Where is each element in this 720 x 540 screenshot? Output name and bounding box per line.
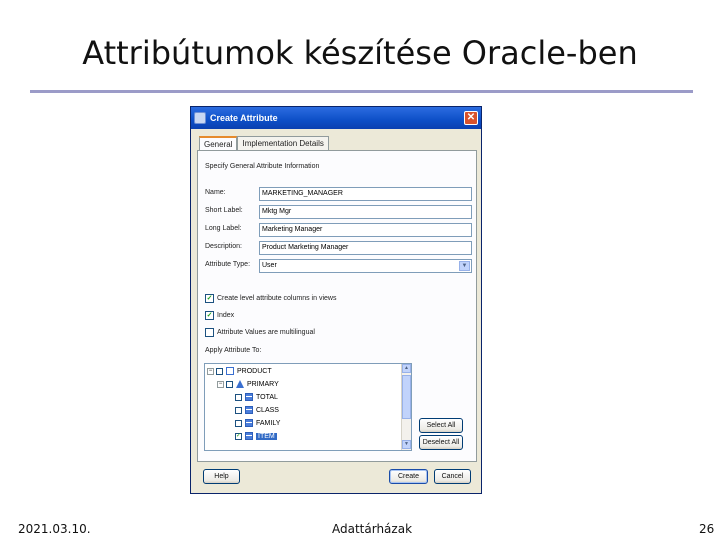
tree-checkbox[interactable] (235, 419, 242, 427)
multilingual-checkbox[interactable]: Attribute Values are multilingual (205, 328, 315, 337)
tree-node-total[interactable]: TOTAL (235, 393, 278, 401)
tree-label: CLASS (256, 406, 279, 414)
hierarchy-icon (236, 380, 244, 388)
name-label: Name: (205, 189, 226, 196)
tree-checkbox[interactable] (216, 367, 223, 375)
deselect-all-button[interactable]: Deselect All (419, 435, 463, 450)
chevron-down-icon[interactable]: ▼ (459, 261, 470, 271)
tree-label: ITEM (256, 432, 277, 440)
dialog-tabs: General Implementation Details (199, 136, 329, 150)
long-label-label: Long Label: (205, 225, 242, 232)
attribute-type-value: User (262, 262, 277, 269)
dialog-titlebar[interactable]: Create Attribute ✕ (191, 107, 481, 129)
checkbox-label: Create level attribute columns in views (217, 295, 337, 302)
tree-checkbox[interactable] (235, 393, 242, 401)
description-field[interactable]: Product Marketing Manager (259, 241, 472, 255)
checkbox-box[interactable]: ✓ (205, 294, 214, 303)
description-label: Description: (205, 243, 242, 250)
tree-scrollbar[interactable]: ▲ ▼ (401, 364, 411, 450)
apply-caption: Apply Attribute To: (205, 347, 262, 354)
select-all-button[interactable]: Select All (419, 418, 463, 433)
checkbox-label: Index (217, 312, 235, 319)
scroll-up-icon[interactable]: ▲ (402, 364, 411, 373)
level-icon (245, 393, 253, 401)
footer-course: Adattárházak (332, 522, 413, 536)
checkbox-label: Attribute Values are multilingual (217, 329, 315, 336)
tree-node-item[interactable]: ✓ ITEM (235, 432, 277, 440)
app-icon (194, 112, 206, 124)
checkbox-box[interactable] (205, 328, 214, 337)
scroll-thumb[interactable] (402, 375, 411, 419)
scroll-down-icon[interactable]: ▼ (402, 440, 411, 449)
level-icon (245, 406, 253, 414)
create-attribute-dialog: Create Attribute ✕ General Implementatio… (190, 106, 482, 494)
tree-checkbox[interactable] (235, 406, 242, 414)
tree-label: TOTAL (256, 393, 278, 401)
collapse-icon[interactable]: − (207, 367, 214, 375)
create-button[interactable]: Create (389, 469, 428, 484)
attribute-type-label: Attribute Type: (205, 261, 251, 268)
tree-checkbox[interactable]: ✓ (235, 432, 242, 440)
tree-checkbox[interactable] (226, 380, 233, 388)
attribute-type-select[interactable]: User ▼ (259, 259, 472, 273)
name-field[interactable]: MARKETING_MANAGER (259, 187, 472, 201)
index-checkbox[interactable]: ✓ Index (205, 311, 234, 320)
apply-attribute-tree[interactable]: − PRODUCT − PRIMARY TOTAL CLASS FAMILY ✓… (204, 363, 412, 451)
tree-label: PRODUCT (237, 367, 272, 375)
create-level-columns-checkbox[interactable]: ✓ Create level attribute columns in view… (205, 294, 336, 303)
cancel-button[interactable]: Cancel (434, 469, 471, 484)
dialog-title: Create Attribute (210, 113, 278, 123)
tree-label: PRIMARY (247, 380, 279, 388)
tree-node-primary[interactable]: − PRIMARY (217, 380, 279, 388)
short-label-field[interactable]: Mktg Mgr (259, 205, 472, 219)
level-icon (245, 432, 253, 440)
checkbox-box[interactable]: ✓ (205, 311, 214, 320)
tree-node-family[interactable]: FAMILY (235, 419, 280, 427)
slide-title: Attribútumok készítése Oracle-ben (82, 34, 638, 72)
section-caption: Specify General Attribute Information (205, 163, 320, 170)
collapse-icon[interactable]: − (217, 380, 224, 388)
tab-implementation-details[interactable]: Implementation Details (237, 136, 329, 150)
tree-label: FAMILY (256, 419, 281, 427)
dimension-icon (226, 367, 234, 375)
long-label-field[interactable]: Marketing Manager (259, 223, 472, 237)
tab-general[interactable]: General (199, 136, 238, 150)
footer-date: 2021.03.10. (18, 522, 91, 536)
footer-page-number: 26 (699, 522, 715, 536)
tree-node-product[interactable]: − PRODUCT (207, 367, 272, 375)
short-label-label: Short Label: (205, 207, 243, 214)
tree-node-class[interactable]: CLASS (235, 406, 279, 414)
title-divider (30, 90, 693, 93)
close-icon[interactable]: ✕ (464, 111, 478, 125)
help-button[interactable]: Help (203, 469, 240, 484)
level-icon (245, 419, 253, 427)
